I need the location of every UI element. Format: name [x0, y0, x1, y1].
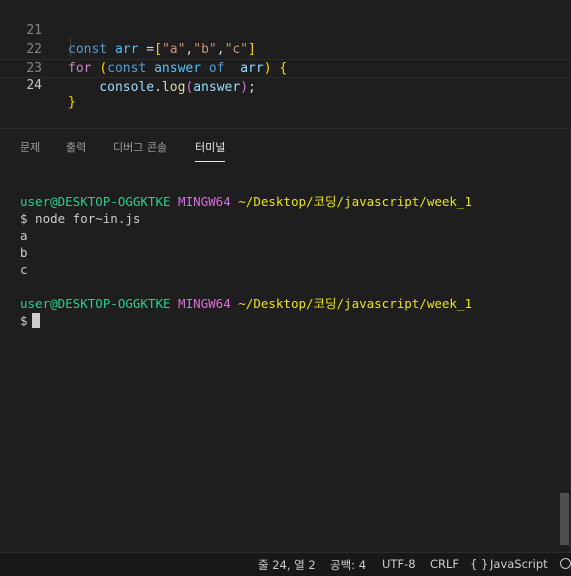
- eol-setting[interactable]: CRLF: [430, 557, 459, 571]
- terminal-line: a: [20, 227, 557, 244]
- code-text: }: [68, 94, 76, 111]
- terminal-output[interactable]: user@DESKTOP-OGGKTKE MINGW64 ~/Desktop/코…: [20, 193, 557, 329]
- code-line[interactable]: 21 const arr =["a","b","c"]: [0, 2, 571, 57]
- language-mode[interactable]: JavaScript: [490, 557, 548, 571]
- terminal-text: c: [20, 262, 28, 277]
- tab-terminal[interactable]: 터미널: [195, 139, 226, 162]
- code-text: console.log(answer);: [68, 78, 256, 97]
- terminal-text: $: [20, 313, 28, 328]
- terminal-line: $: [20, 312, 557, 329]
- terminal-cursor: [31, 313, 40, 328]
- code-token: }: [68, 95, 76, 110]
- terminal-line: user@DESKTOP-OGGKTKE MINGW64 ~/Desktop/코…: [20, 193, 557, 210]
- indentation-setting[interactable]: 공백: 4: [330, 557, 366, 573]
- terminal-line: $ node for~in.js: [20, 210, 557, 227]
- terminal-text: ~/Desktop/코딩/javascript/week_1: [238, 296, 472, 311]
- code-token: .: [154, 80, 162, 95]
- code-token: console: [68, 80, 155, 95]
- terminal-line: user@DESKTOP-OGGKTKE MINGW64 ~/Desktop/코…: [20, 295, 557, 312]
- status-bar: 줄 24, 열 2 공백: 4 UTF-8 CRLF { } JavaScrip…: [0, 552, 571, 576]
- code-line-current[interactable]: 24 }: [0, 59, 571, 110]
- bell-icon[interactable]: [560, 558, 571, 569]
- tab-debug-console[interactable]: 디버그 콘솔: [113, 139, 167, 161]
- code-editor[interactable]: 21 const arr =["a","b","c"] 22 for (cons…: [0, 0, 571, 128]
- terminal-text: b: [20, 245, 28, 260]
- terminal-line: b: [20, 244, 557, 261]
- cursor-position[interactable]: 줄 24, 열 2: [258, 557, 316, 573]
- terminal-text: MINGW64: [178, 296, 231, 311]
- code-line[interactable]: 22 for (const answer of arr) {: [0, 21, 571, 76]
- terminal-line: c: [20, 261, 557, 278]
- bottom-panel: 문제 출력 디버그 콘솔 터미널 user@DESKTOP-OGGKTKE MI…: [0, 128, 571, 553]
- code-token: log: [161, 80, 186, 95]
- terminal-text: $ node for~in.js: [20, 211, 141, 226]
- code-token: answer: [193, 80, 241, 95]
- terminal-text: ~/Desktop/코딩/javascript/week_1: [238, 194, 472, 209]
- terminal-text: a: [20, 228, 28, 243]
- code-token: ;: [248, 80, 256, 95]
- braces-icon: { }: [470, 557, 489, 571]
- panel-tabs: 문제 출력 디버그 콘솔 터미널: [0, 129, 571, 165]
- tab-output[interactable]: 출력: [66, 139, 86, 161]
- terminal-text: user@DESKTOP-OGGKTKE: [20, 194, 171, 209]
- terminal-text: user@DESKTOP-OGGKTKE: [20, 296, 171, 311]
- tab-problems[interactable]: 문제: [20, 139, 40, 161]
- terminal-text: MINGW64: [178, 194, 231, 209]
- terminal-scrollbar[interactable]: [560, 493, 569, 545]
- line-number: 24: [26, 78, 42, 93]
- encoding-setting[interactable]: UTF-8: [382, 557, 416, 571]
- code-token: ): [240, 80, 249, 95]
- code-line[interactable]: 23 console.log(answer);: [0, 40, 571, 95]
